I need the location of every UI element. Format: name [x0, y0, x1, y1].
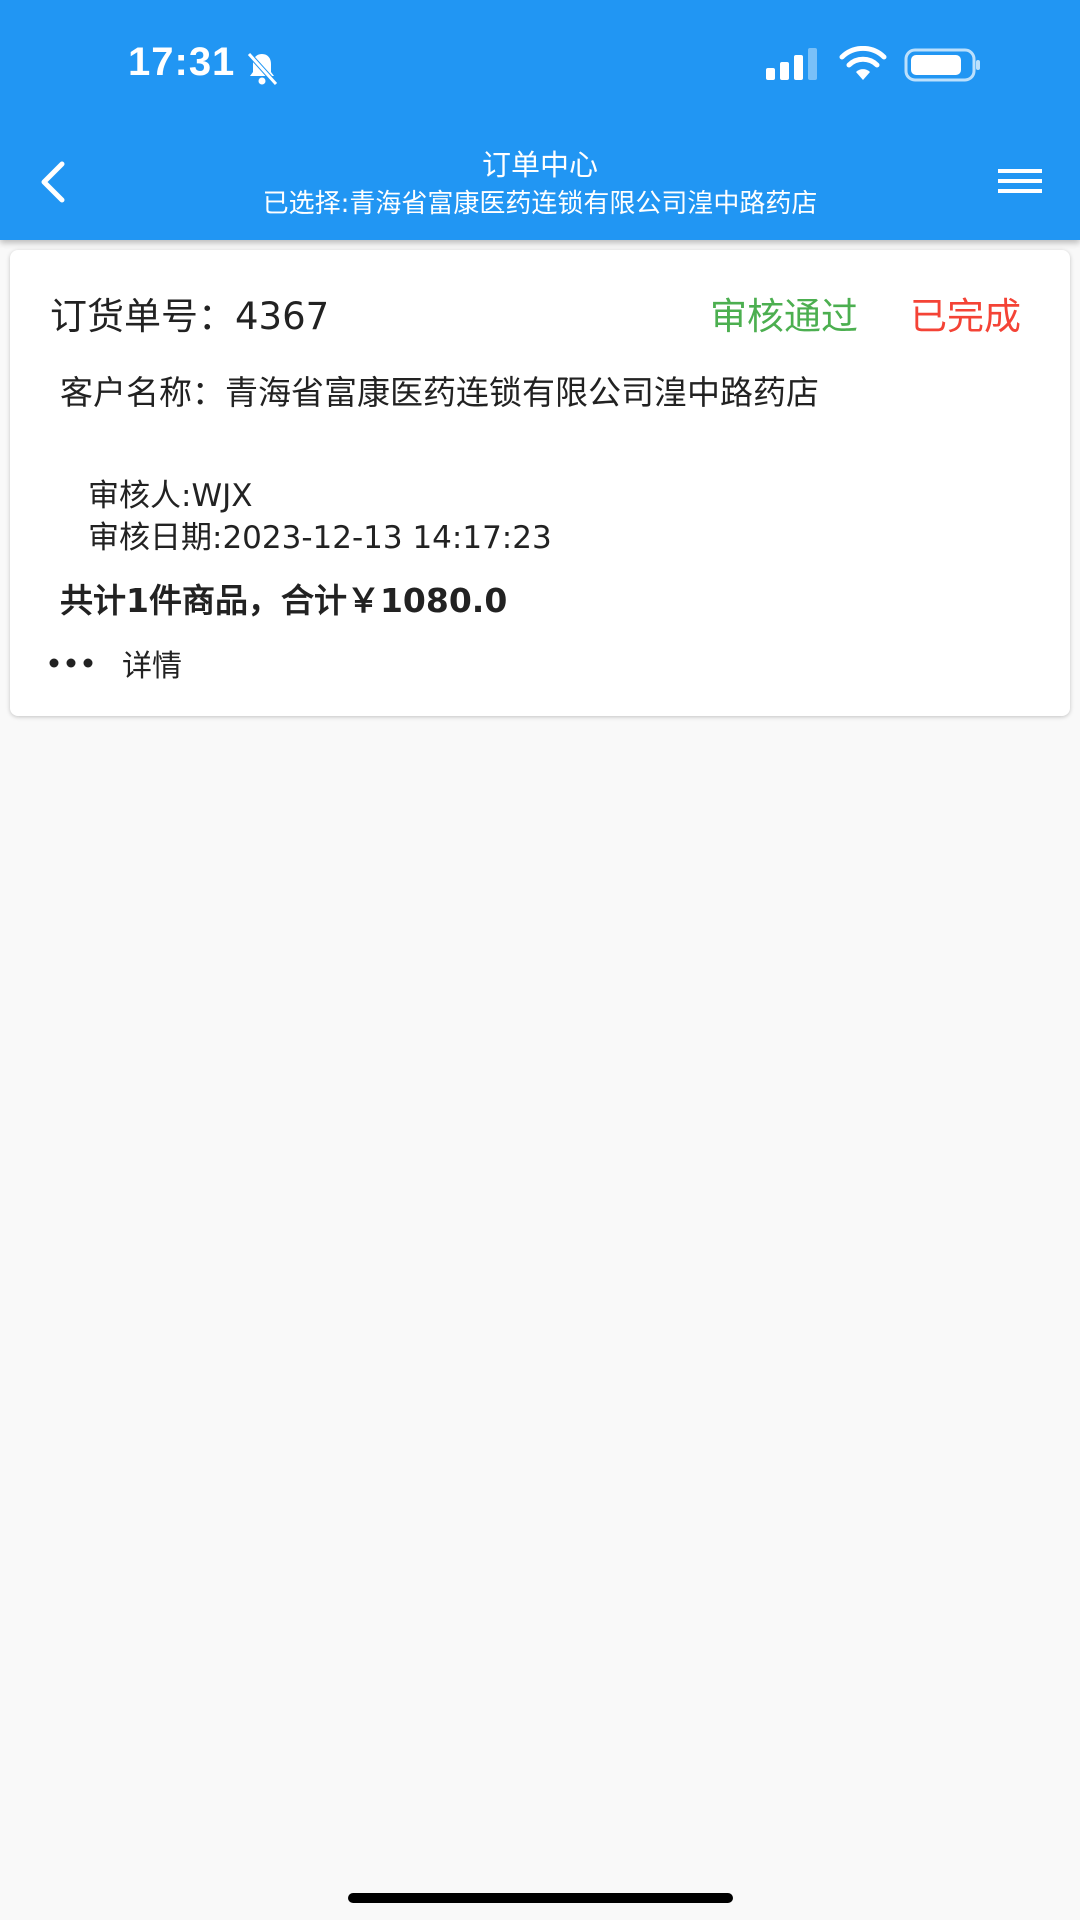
customer-row: 客户名称：青海省富康医药连锁有限公司湟中路药店 [60, 366, 819, 414]
status-time: 17:31 [128, 40, 236, 84]
order-number-label: 订货单号： [50, 295, 235, 338]
battery-icon [904, 48, 980, 82]
page-title: 订单中心 [481, 148, 598, 182]
bell-slash-icon [247, 52, 278, 86]
selected-store-subtitle: 已选择:青海省富康医药连锁有限公司湟中路药店 [262, 189, 818, 219]
hamburger-menu-icon [998, 169, 1042, 193]
order-summary: 共计1件商品，合计￥1080.0 [60, 581, 508, 620]
customer-name: 青海省富康医药连锁有限公司湟中路药店 [225, 373, 819, 412]
reviewer: 审核人:WJX [88, 478, 253, 514]
menu-button[interactable] [990, 158, 1050, 208]
customer-label: 客户名称： [60, 373, 225, 412]
order-number-row: 订货单号：4367 [50, 286, 329, 340]
app-header: 17:31 订单中心 已选择:青海省富康医药连锁有限公司湟中路药店 [0, 0, 1080, 240]
audit-status-badge: 审核通过 [710, 295, 858, 338]
order-card[interactable]: 订货单号：4367 审核通过 已完成 客户名称：青海省富康医药连锁有限公司湟中路… [10, 250, 1070, 716]
order-status-badge: 已完成 [910, 295, 1021, 338]
more-dots-icon [49, 658, 93, 668]
signal-icon [766, 48, 817, 80]
details-label: 详情 [122, 649, 182, 684]
review-date: 审核日期:2023-12-13 14:17:23 [88, 520, 552, 556]
wifi-icon [839, 46, 887, 80]
order-number: 4367 [235, 295, 330, 338]
details-button[interactable]: 详情 [48, 638, 182, 688]
home-indicator[interactable] [348, 1893, 733, 1903]
